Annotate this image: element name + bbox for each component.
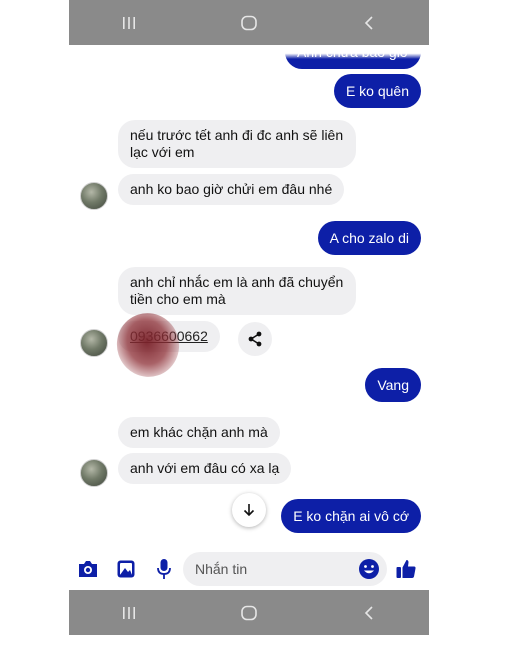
recent-apps-button[interactable] <box>99 590 159 635</box>
message-incoming[interactable]: anh với em đâu có xa lạ <box>118 453 292 484</box>
message-input-placeholder: Nhắn tin <box>195 561 248 577</box>
redaction-smudge <box>108 304 188 386</box>
share-icon <box>248 331 262 347</box>
message-input[interactable]: Nhắn tin <box>183 552 387 586</box>
camera-button[interactable] <box>75 556 101 582</box>
thumbs-up-icon <box>396 560 416 578</box>
recent-apps-button[interactable] <box>99 0 159 45</box>
system-nav-bar <box>69 590 429 635</box>
microphone-button[interactable] <box>151 556 177 582</box>
like-button[interactable] <box>393 556 419 582</box>
home-button[interactable] <box>219 590 279 635</box>
back-icon <box>364 605 373 620</box>
contact-avatar[interactable] <box>80 459 108 487</box>
contact-avatar[interactable] <box>80 182 108 210</box>
message-outgoing[interactable]: Vang <box>365 368 421 402</box>
message-incoming[interactable]: nếu trước tết anh đi đc anh sẽ liên lạc … <box>118 120 356 168</box>
message-incoming[interactable]: anh chỉ nhắc em là anh đã chuyển tiền ch… <box>118 267 356 315</box>
message-outgoing[interactable]: E ko chặn ai vô cớ <box>281 499 421 533</box>
arrow-down-icon <box>243 504 255 517</box>
back-icon <box>364 15 373 30</box>
back-button[interactable] <box>339 590 399 635</box>
image-icon <box>117 560 135 578</box>
camera-icon <box>79 561 97 577</box>
microphone-icon <box>157 559 171 579</box>
message-incoming[interactable]: anh ko bao giờ chửi em đâu nhé <box>118 174 345 205</box>
message-composer: Nhắn tin <box>69 550 429 588</box>
scroll-to-bottom-button[interactable] <box>232 493 266 527</box>
gallery-button[interactable] <box>113 556 139 582</box>
message-incoming[interactable]: em khác chặn anh mà <box>118 417 280 448</box>
recent-apps-icon <box>123 16 135 29</box>
back-button[interactable] <box>339 0 399 45</box>
system-nav-bar-top <box>69 0 429 45</box>
home-icon <box>241 605 257 620</box>
home-button[interactable] <box>219 0 279 45</box>
phone-screen: Anh chưa bao giờ E ko quên nếu trước tết… <box>69 0 429 660</box>
share-button[interactable] <box>238 322 272 356</box>
conversation[interactable]: Anh chưa bao giờ E ko quên nếu trước tết… <box>69 45 429 550</box>
home-icon <box>241 15 257 30</box>
message-outgoing[interactable]: A cho zalo di <box>317 221 421 255</box>
emoji-icon[interactable] <box>357 557 381 581</box>
recent-apps-icon <box>123 606 135 619</box>
message-outgoing[interactable]: E ko quên <box>333 74 421 108</box>
contact-avatar[interactable] <box>80 329 108 357</box>
